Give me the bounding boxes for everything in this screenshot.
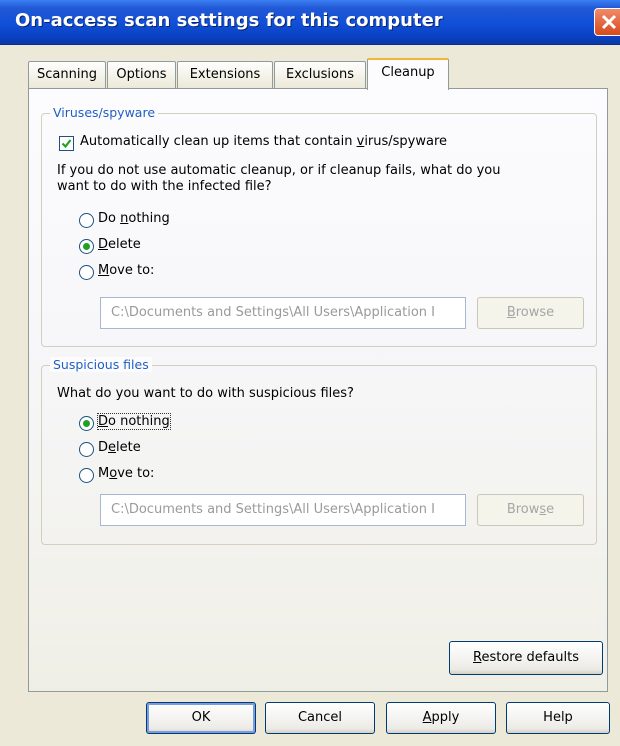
suspicious-delete-radio[interactable] (79, 442, 94, 457)
tab-label: Extensions (189, 67, 261, 82)
suspicious-delete-label[interactable]: Delete (98, 440, 141, 455)
tab-label: Options (116, 67, 167, 82)
suspicious-browse-button[interactable]: Browse (477, 494, 584, 526)
suspicious-files-group: Suspicious files What do you want to do … (41, 357, 597, 545)
accel-key: A (422, 710, 432, 725)
tab-exclusions[interactable]: Exclusions (274, 61, 366, 88)
virus-do-nothing-radio[interactable] (79, 213, 94, 228)
label-text: ve to: (117, 466, 155, 481)
help-button[interactable]: Help (506, 702, 610, 734)
auto-clean-checkbox[interactable] (59, 136, 74, 151)
accel-key: M (98, 263, 110, 278)
label-text: irus/spyware (364, 134, 448, 149)
suspicious-do-nothing-radio[interactable] (79, 416, 94, 431)
suspicious-move-to-label[interactable]: Move to: (98, 466, 154, 481)
infected-question-line1: If you do not use automatic cleanup, or … (57, 163, 501, 178)
title-bar[interactable]: On-access scan settings for this compute… (0, 0, 620, 45)
tab-scanning[interactable]: Scanning (28, 61, 106, 88)
radio-selected-dot (83, 420, 90, 427)
group-legend: Suspicious files (50, 357, 152, 372)
radio-selected-dot (83, 243, 90, 250)
tab-strip: Scanning Options Extensions Exclusions C… (28, 58, 588, 90)
label-text: Do (98, 211, 121, 226)
tab-label: Cleanup (381, 65, 435, 80)
tab-label: Scanning (37, 67, 97, 82)
tab-panel-cleanup: Viruses/spyware Automatically clean up i… (28, 88, 608, 692)
window-title: On-access scan settings for this compute… (15, 10, 443, 31)
close-button[interactable] (594, 8, 620, 36)
label-text: M (98, 466, 110, 481)
label-text: elete (108, 237, 141, 252)
viruses-spyware-group: Viruses/spyware Automatically clean up i… (41, 105, 597, 347)
virus-browse-button[interactable]: Browse (477, 297, 584, 329)
label-text: pply (431, 710, 460, 725)
label-text: lete (116, 440, 141, 455)
tab-options[interactable]: Options (107, 61, 176, 88)
suspicious-move-path-field[interactable]: C:\Documents and Settings\All Users\Appl… (100, 494, 466, 526)
dialog-window: On-access scan settings for this compute… (0, 0, 620, 746)
ok-button[interactable]: OK (146, 702, 256, 734)
infected-question-line2: want to do with the infected file? (57, 179, 272, 194)
label-text: Automatically clean up items that contai… (80, 134, 357, 149)
suspicious-do-nothing-label[interactable]: Do nothing (97, 413, 171, 430)
label-text: rowse (515, 305, 555, 320)
accel-key: o (109, 466, 118, 481)
virus-do-nothing-label[interactable]: Do nothing (98, 211, 170, 226)
label-text: estore defaults (481, 650, 579, 665)
virus-move-to-radio[interactable] (79, 265, 94, 280)
label-text: othing (128, 211, 170, 226)
tab-extensions[interactable]: Extensions (177, 61, 273, 88)
accel-key: D (98, 414, 109, 429)
accel-key: e (108, 440, 117, 455)
tab-cleanup[interactable]: Cleanup (367, 58, 449, 90)
auto-clean-label[interactable]: Automatically clean up items that contai… (80, 134, 447, 149)
label-text: e (546, 502, 555, 517)
suspicious-question: What do you want to do with suspicious f… (57, 386, 354, 401)
virus-delete-label[interactable]: Delete (98, 237, 141, 252)
cancel-button[interactable]: Cancel (265, 702, 375, 734)
label-text: ove to: (109, 263, 155, 278)
label-text: Brow (506, 502, 540, 517)
restore-defaults-button[interactable]: Restore defaults (449, 641, 603, 675)
virus-delete-radio[interactable] (79, 239, 94, 254)
label-text: D (98, 440, 109, 455)
accel-key: D (98, 237, 109, 252)
suspicious-move-to-radio[interactable] (79, 468, 94, 483)
apply-button[interactable]: Apply (386, 702, 496, 734)
virus-move-to-label[interactable]: Move to: (98, 263, 154, 278)
virus-move-path-field[interactable]: C:\Documents and Settings\All Users\Appl… (100, 297, 466, 329)
group-legend: Viruses/spyware (50, 105, 159, 120)
label-text: o nothing (108, 414, 170, 429)
tab-label: Exclusions (285, 67, 355, 82)
accel-key: B (506, 305, 516, 320)
